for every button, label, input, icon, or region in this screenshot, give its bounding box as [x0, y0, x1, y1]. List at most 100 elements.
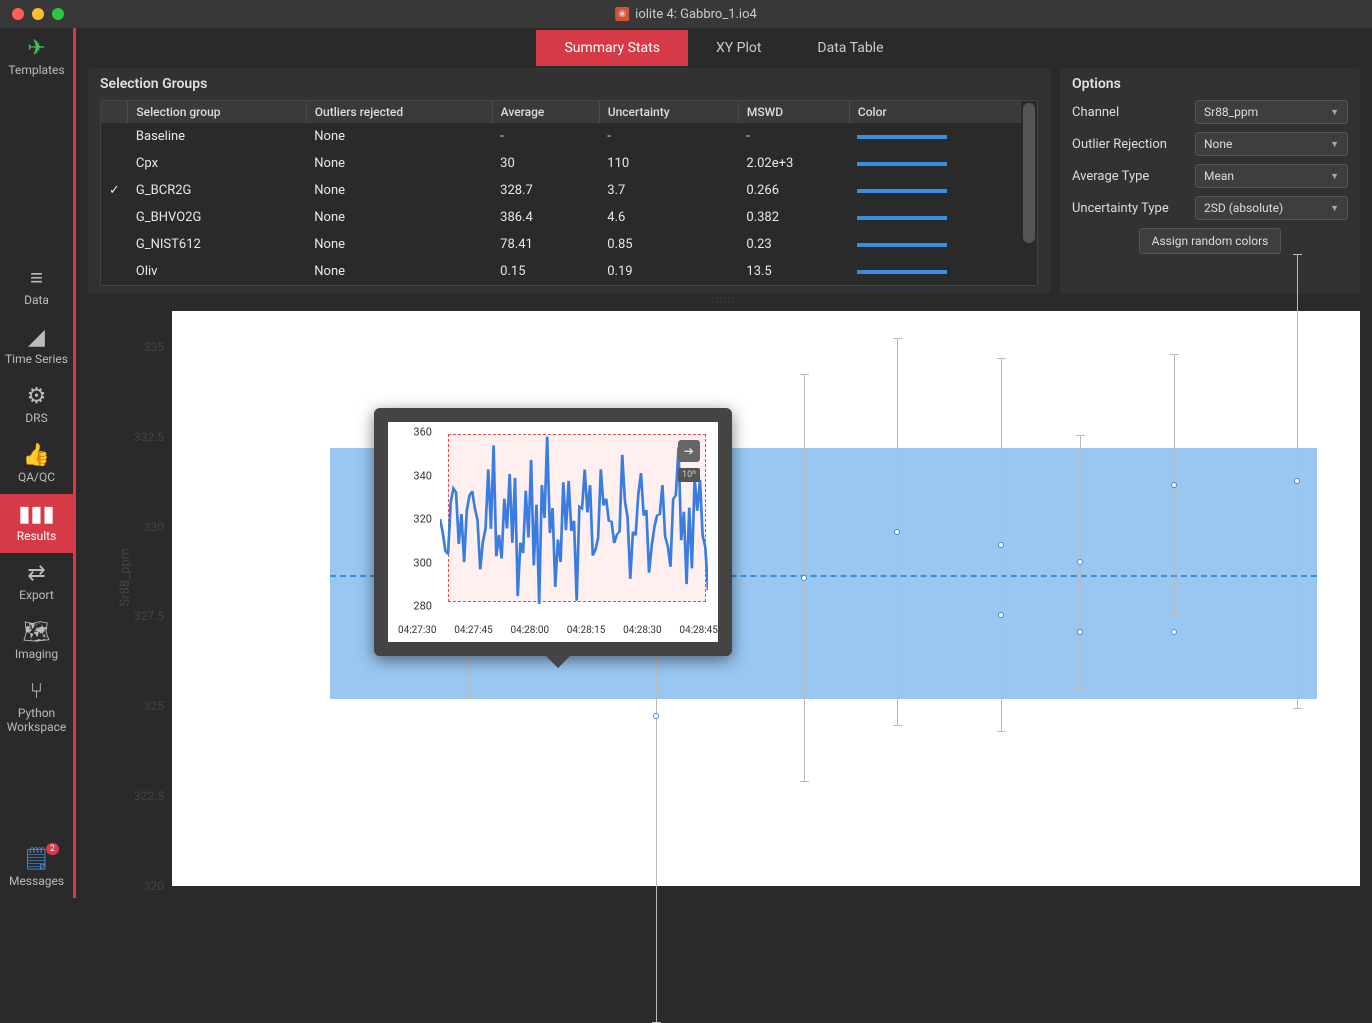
avgtype-select[interactable]: Mean▼ — [1195, 164, 1348, 188]
option-label: Average Type — [1072, 169, 1187, 184]
table-row[interactable]: G_BHVO2GNone386.44.60.382 — [101, 204, 1037, 231]
map-icon: 🗺 — [23, 620, 51, 645]
app-icon: ◉ — [615, 7, 629, 21]
column-header[interactable]: MSWD — [738, 101, 849, 123]
sidebar-item-label: Messages — [9, 874, 64, 888]
sidebar-item-label: Export — [19, 588, 54, 602]
gear-icon: ⚙ — [27, 384, 47, 409]
data-point[interactable] — [1077, 629, 1083, 635]
color-swatch[interactable] — [857, 243, 947, 247]
table-row[interactable]: ✓G_BCR2GNone328.73.70.266 — [101, 177, 1037, 204]
table-row[interactable]: OlivNone0.150.1913.5 — [101, 258, 1037, 285]
window-close[interactable] — [12, 8, 24, 20]
sidebar-item-templates[interactable]: ✈ Templates — [0, 28, 73, 87]
column-header[interactable]: Uncertainty — [599, 101, 738, 123]
sidebar-item-label: QA/QC — [18, 470, 55, 484]
window-title: iolite 4: Gabbro_1.io4 — [635, 7, 757, 22]
tab-data-table[interactable]: Data Table — [789, 30, 911, 66]
data-point[interactable] — [1294, 478, 1300, 484]
tooltip-scale-badge: 10ⁿ — [678, 468, 700, 482]
y-tick: 327.5 — [134, 609, 164, 623]
table-row[interactable]: BaselineNone--- — [101, 123, 1037, 150]
tab-summary-stats[interactable]: Summary Stats — [536, 30, 687, 66]
chevron-down-icon: ▼ — [1330, 107, 1339, 118]
database-icon: ≡ — [30, 265, 43, 291]
color-swatch[interactable] — [857, 189, 947, 193]
sidebar-item-label: Results — [17, 529, 57, 543]
color-swatch[interactable] — [857, 270, 947, 274]
data-point[interactable] — [998, 542, 1004, 548]
column-header[interactable]: Color — [849, 101, 1036, 123]
color-swatch[interactable] — [857, 216, 947, 220]
data-point[interactable] — [894, 529, 900, 535]
y-tick: 335 — [144, 340, 164, 354]
sidebar-item-label: Imaging — [15, 647, 58, 661]
sidebar-item-label: Time Series — [5, 352, 68, 366]
exchange-icon: ⇄ — [27, 561, 45, 586]
color-swatch[interactable] — [857, 162, 947, 166]
column-header[interactable]: Outliers rejected — [306, 101, 492, 123]
panel-title: Selection Groups — [100, 76, 1038, 92]
selection-groups-panel: Selection Groups Selection groupOutliers… — [88, 68, 1050, 294]
window-minimize[interactable] — [32, 8, 44, 20]
y-tick: 320 — [144, 879, 164, 893]
data-point[interactable] — [801, 575, 807, 581]
sidebar-item-data[interactable]: ≡ Data — [0, 257, 73, 317]
data-point[interactable] — [653, 713, 659, 719]
option-label: Uncertainty Type — [1072, 201, 1187, 216]
sidebar-item-export[interactable]: ⇄ Export — [0, 553, 73, 612]
tab-xy-plot[interactable]: XY Plot — [688, 30, 789, 66]
y-tick: 322.5 — [134, 789, 164, 803]
table-row[interactable]: G_NIST612None78.410.850.23 — [101, 231, 1037, 258]
sidebar-item-label: Python Workspace — [0, 706, 73, 735]
color-swatch[interactable] — [857, 135, 947, 139]
sidebar-item-timeseries[interactable]: ◢ Time Series — [0, 317, 73, 376]
table-scrollbar[interactable] — [1021, 101, 1037, 285]
column-header[interactable]: Average — [492, 101, 599, 123]
code-fork-icon: ⑂ — [30, 679, 43, 704]
window-maximize[interactable] — [52, 8, 64, 20]
chart-area-icon: ◢ — [28, 325, 45, 350]
table-row[interactable]: CpxNone301102.02e+3 — [101, 150, 1037, 177]
assign-colors-button[interactable]: Assign random colors — [1139, 228, 1282, 254]
data-point[interactable] — [1171, 629, 1177, 635]
send-icon: ✈ — [27, 36, 45, 61]
outlier-select[interactable]: None▼ — [1195, 132, 1348, 156]
chevron-down-icon: ▼ — [1330, 171, 1339, 182]
sidebar-item-qaqc[interactable]: 👍 QA/QC — [0, 435, 73, 494]
sidebar-item-label: Templates — [8, 63, 64, 77]
sidebar-item-messages[interactable]: 🗒 2 Messages — [0, 839, 73, 898]
panel-splitter[interactable]: :::::: — [76, 294, 1372, 305]
tabbar: Summary Stats XY Plot Data Table — [76, 28, 1372, 68]
selection-table[interactable]: Selection groupOutliers rejectedAverageU… — [100, 100, 1038, 286]
chevron-down-icon: ▼ — [1330, 139, 1339, 150]
options-panel: Options Channel Sr88_ppm▼ Outlier Reject… — [1060, 68, 1360, 294]
data-point[interactable] — [1077, 559, 1083, 565]
bar-chart-icon: ▮▮▮ — [18, 502, 54, 527]
sidebar-item-imaging[interactable]: 🗺 Imaging — [0, 612, 73, 671]
sidebar-item-label: DRS — [25, 411, 47, 425]
data-point[interactable] — [998, 612, 1004, 618]
titlebar: ◉ iolite 4: Gabbro_1.io4 — [0, 0, 1372, 28]
data-point[interactable] — [1171, 482, 1177, 488]
option-label: Outlier Rejection — [1072, 137, 1187, 152]
option-label: Channel — [1072, 105, 1187, 120]
panel-title: Options — [1072, 76, 1348, 92]
sidebar-item-drs[interactable]: ⚙ DRS — [0, 376, 73, 435]
sidebar-item-python[interactable]: ⑂ Python Workspace — [0, 671, 73, 745]
thumbs-up-icon: 👍 — [23, 443, 50, 468]
column-header[interactable]: Selection group — [128, 101, 306, 123]
chevron-down-icon: ▼ — [1330, 203, 1339, 214]
y-tick: 332.5 — [134, 430, 164, 444]
main-chart[interactable]: Sr88_ppm 320322.5325327.5330332.5335 280… — [172, 311, 1360, 886]
y-tick: 330 — [144, 520, 164, 534]
mini-chart: 280300320340360 04:27:3004:27:4504:28:00… — [388, 422, 718, 642]
unctype-select[interactable]: 2SD (absolute)▼ — [1195, 196, 1348, 220]
sidebar-item-label: Data — [24, 293, 49, 307]
sidebar: ✈ Templates ≡ Data ◢ Time Series ⚙ DRS 👍… — [0, 28, 76, 898]
tooltip-arrow-button[interactable]: ➔ — [678, 440, 700, 462]
messages-badge: 2 — [46, 843, 59, 855]
y-tick: 325 — [144, 699, 164, 713]
sidebar-item-results[interactable]: ▮▮▮ Results — [0, 494, 73, 553]
channel-select[interactable]: Sr88_ppm▼ — [1195, 100, 1348, 124]
